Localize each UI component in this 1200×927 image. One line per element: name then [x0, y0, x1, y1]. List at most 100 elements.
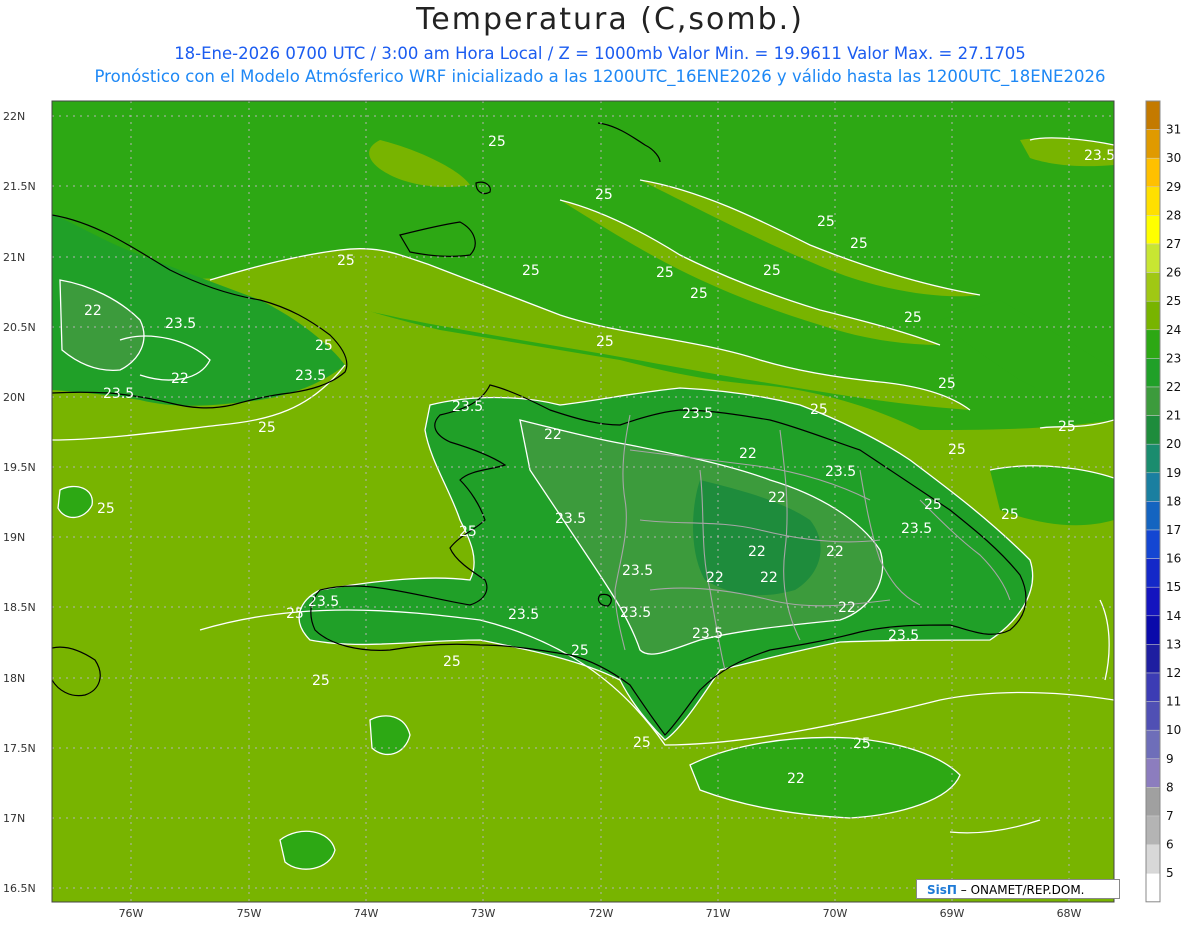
- temperature-map: 25 25 25 25 25 25 25 25 25 25 25 25 25 2…: [3, 100, 1115, 920]
- lon-label: 69W: [940, 907, 965, 920]
- color-scale-cell: [1145, 815, 1161, 845]
- color-scale-label: 6: [1166, 838, 1174, 852]
- lon-label: 76W: [119, 907, 144, 920]
- color-scale-label: 22: [1166, 380, 1181, 394]
- contour-label: 25: [596, 334, 614, 350]
- color-scale-cell: [1145, 472, 1161, 502]
- lat-label: 20.5N: [3, 321, 36, 334]
- color-scale-labels: 31 30 29 28 27 26 25 24 23 22 21 20 19 18 17 16 15 14 13 12…: [1166, 123, 1181, 881]
- contour-label: 25: [763, 263, 781, 279]
- lat-label: 21N: [3, 251, 25, 264]
- color-scale-label: 10: [1166, 723, 1181, 737]
- color-scale-cell: [1145, 672, 1161, 702]
- contour-label: 22: [84, 303, 102, 319]
- contour-label: 25: [1058, 419, 1076, 435]
- lat-label: 16.5N: [3, 882, 36, 895]
- color-scale-label: 7: [1166, 809, 1174, 823]
- lon-label: 71W: [706, 907, 731, 920]
- contour-label: 25: [595, 187, 613, 203]
- color-scale-label: 13: [1166, 637, 1181, 651]
- color-scale-cell: [1145, 701, 1161, 731]
- contour-label: 25: [315, 338, 333, 354]
- color-scale-label: 17: [1166, 523, 1181, 537]
- contour-label: 25: [286, 606, 304, 622]
- contour-label: 23.5: [682, 406, 713, 422]
- lat-label: 18N: [3, 672, 25, 685]
- lon-label: 74W: [354, 907, 379, 920]
- contour-label: 25: [924, 497, 942, 513]
- contour-label: 23.5: [165, 316, 196, 332]
- color-scale-cell: [1145, 558, 1161, 588]
- contour-label: 22: [760, 570, 778, 586]
- color-scale-label: 27: [1166, 237, 1181, 251]
- lat-label: 22N: [3, 110, 25, 123]
- contour-label: 25: [656, 265, 674, 281]
- contour-label: 22: [787, 771, 805, 787]
- color-scale-label: 15: [1166, 580, 1181, 594]
- color-scale-label: 25: [1166, 294, 1181, 308]
- contour-label: 23.5: [508, 607, 539, 623]
- color-scale-cell: [1145, 215, 1161, 245]
- lon-label: 73W: [471, 907, 496, 920]
- contour-label: 23.5: [622, 563, 653, 579]
- lat-label: 18.5N: [3, 601, 36, 614]
- color-scale-cell: [1145, 415, 1161, 445]
- contour-label: 25: [443, 654, 461, 670]
- contour-label: 25: [337, 253, 355, 269]
- color-scale-cell: [1145, 529, 1161, 559]
- lat-label: 21.5N: [3, 180, 36, 193]
- color-scale-label: 12: [1166, 666, 1181, 680]
- contour-label: 22: [768, 490, 786, 506]
- color-scale-label: 14: [1166, 609, 1181, 623]
- contour-label: 25: [938, 376, 956, 392]
- contour-label: 25: [817, 214, 835, 230]
- lat-label: 17N: [3, 812, 25, 825]
- contour-label: 25: [258, 420, 276, 436]
- color-scale-label: 19: [1166, 466, 1181, 480]
- contour-label: 22: [171, 371, 189, 387]
- latitude-labels: 22N 21.5N 21N 20.5N 20N 19.5N 19N 18.5N …: [3, 110, 36, 895]
- color-scale-cell: [1145, 872, 1161, 903]
- contour-label: 23.5: [1084, 148, 1115, 164]
- lon-label: 68W: [1057, 907, 1082, 920]
- color-scale-cell: [1145, 787, 1161, 817]
- contour-label: 22: [706, 570, 724, 586]
- color-scale-cell: [1145, 157, 1161, 188]
- lon-label: 72W: [589, 907, 614, 920]
- contour-label: 22: [739, 446, 757, 462]
- lat-label: 19.5N: [3, 461, 36, 474]
- color-scale-cell: [1145, 758, 1161, 788]
- color-scale-cells: [1145, 100, 1161, 903]
- color-scale-bar: 31 30 29 28 27 26 25 24 23 22 21 20 19 18 17 16 15 14 13 12…: [1145, 100, 1181, 903]
- color-scale-cell: [1145, 243, 1161, 273]
- color-scale-cell: [1145, 729, 1161, 760]
- lat-label: 17.5N: [3, 742, 36, 755]
- sispi-logo: SisΠ: [927, 883, 957, 897]
- color-scale-label: 26: [1166, 266, 1181, 280]
- color-scale-cell: [1145, 386, 1161, 416]
- color-scale-cell: [1145, 100, 1161, 130]
- color-scale-cell: [1145, 586, 1161, 617]
- lon-label: 70W: [823, 907, 848, 920]
- contour-label: 25: [948, 442, 966, 458]
- contour-label: 25: [633, 735, 651, 751]
- contour-label: 22: [544, 427, 562, 443]
- color-scale-label: 8: [1166, 780, 1174, 794]
- color-scale-cell: [1145, 501, 1161, 531]
- contour-label: 25: [853, 736, 871, 752]
- contour-label: 25: [810, 402, 828, 418]
- contour-label: 23.5: [555, 511, 586, 527]
- color-scale-label: 23: [1166, 351, 1181, 365]
- contour-label: 22: [838, 600, 856, 616]
- color-scale-label: 31: [1166, 123, 1181, 137]
- contour-label: 22: [748, 544, 766, 560]
- color-scale-cell: [1145, 644, 1161, 674]
- credit-box: SisΠ – ONAMET/REP.DOM.: [916, 879, 1120, 899]
- color-scale-cell: [1145, 358, 1161, 388]
- contour-label: 25: [97, 501, 115, 517]
- contour-label: 23.5: [888, 628, 919, 644]
- contour-label: 25: [1001, 507, 1019, 523]
- contour-label: 25: [312, 673, 330, 689]
- contour-label: 23.5: [901, 521, 932, 537]
- color-scale-label: 29: [1166, 180, 1181, 194]
